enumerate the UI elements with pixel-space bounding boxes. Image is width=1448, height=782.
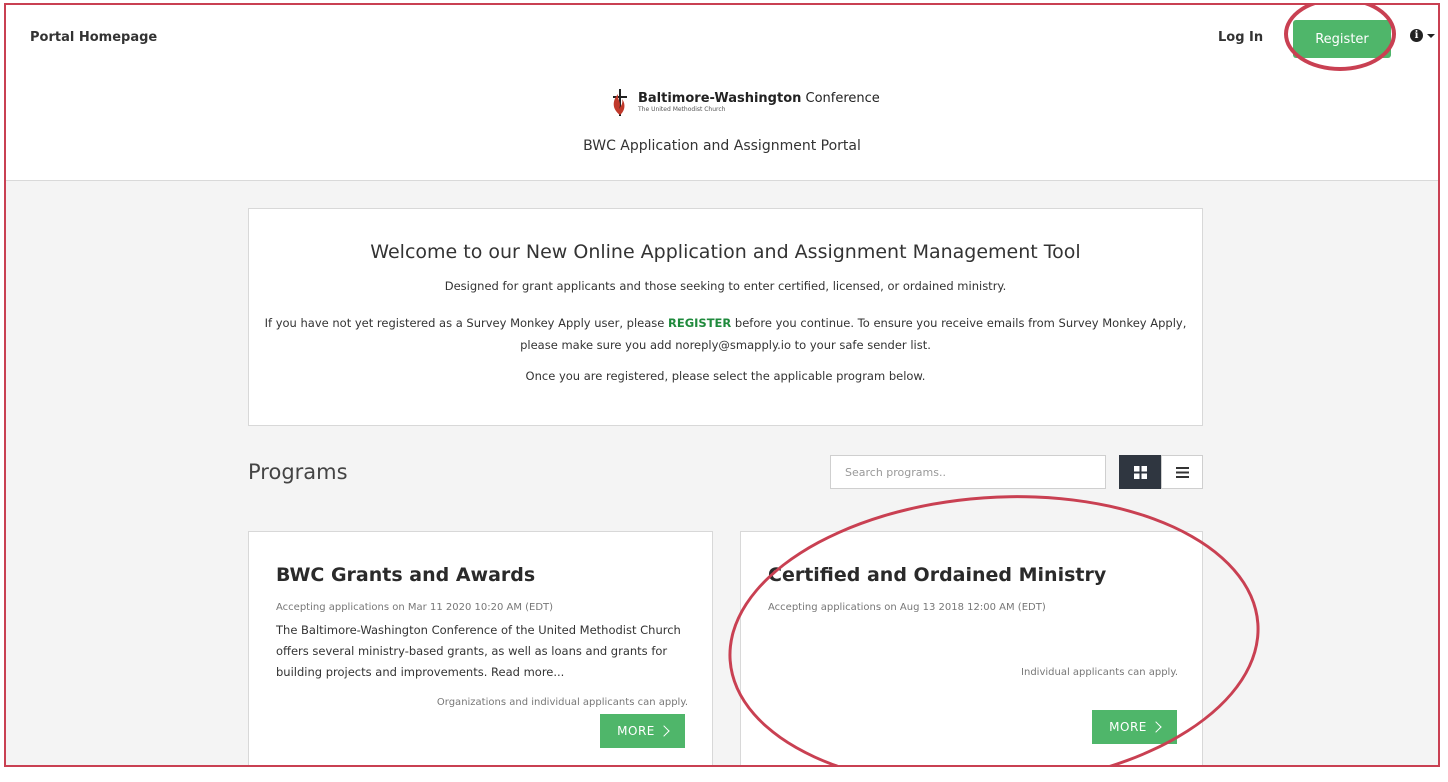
welcome-heading: Welcome to our New Online Application an…	[370, 241, 1081, 263]
program-accepting-date: Accepting applications on Mar 11 2020 10…	[276, 602, 554, 613]
search-programs-input[interactable]	[830, 455, 1106, 489]
program-card[interactable]: Certified and Ordained Ministry Acceptin…	[740, 531, 1203, 765]
grid-view-icon	[1133, 465, 1147, 479]
register-button[interactable]: Register	[1293, 20, 1391, 58]
login-link[interactable]: Log In	[1218, 30, 1263, 45]
chevron-down-icon	[1427, 33, 1435, 38]
grid-view-button[interactable]	[1119, 455, 1161, 489]
program-eligibility: Organizations and individual applicants …	[436, 697, 688, 708]
programs-title: Programs	[248, 460, 348, 484]
portal-homepage-link[interactable]: Portal Homepage	[30, 30, 157, 45]
info-menu[interactable]: i	[1410, 29, 1435, 42]
portal-title: BWC Application and Assignment Portal	[583, 138, 861, 154]
welcome-select-program: Once you are registered, please select t…	[525, 369, 926, 383]
program-card[interactable]: BWC Grants and Awards Accepting applicat…	[248, 531, 713, 765]
top-header: Portal Homepage Log In Register i Baltim…	[6, 5, 1438, 181]
program-title[interactable]: BWC Grants and Awards	[276, 564, 535, 586]
program-description: The Baltimore-Washington Conference of t…	[276, 623, 681, 679]
info-icon: i	[1410, 29, 1423, 42]
program-accepting-date: Accepting applications on Aug 13 2018 12…	[768, 602, 1046, 613]
more-button[interactable]: MORE	[600, 714, 685, 748]
logo-subtitle: The United Methodist Church	[638, 105, 726, 113]
screenshot-frame: Portal Homepage Log In Register i Baltim…	[4, 3, 1440, 767]
more-button-label: MORE	[1109, 720, 1147, 734]
welcome-card: Welcome to our New Online Application an…	[248, 208, 1203, 426]
logo-title: Baltimore-Washington Conference	[638, 90, 880, 106]
chevron-right-icon	[658, 725, 670, 737]
welcome-register-instructions: If you have not yet registered as a Surv…	[264, 316, 1187, 352]
more-button-label: MORE	[617, 724, 655, 738]
register-inline-link[interactable]: REGISTER	[668, 316, 731, 330]
more-button[interactable]: MORE	[1092, 710, 1177, 744]
list-view-button[interactable]	[1161, 455, 1203, 489]
program-eligibility: Individual applicants can apply.	[1021, 667, 1178, 678]
list-view-icon	[1175, 466, 1189, 478]
program-title[interactable]: Certified and Ordained Ministry	[768, 564, 1106, 586]
conference-logo: Baltimore-Washington Conference The Unit…	[610, 87, 880, 117]
welcome-description: Designed for grant applicants and those …	[444, 279, 1007, 293]
chevron-right-icon	[1150, 721, 1162, 733]
cross-and-flame-icon	[613, 89, 627, 116]
